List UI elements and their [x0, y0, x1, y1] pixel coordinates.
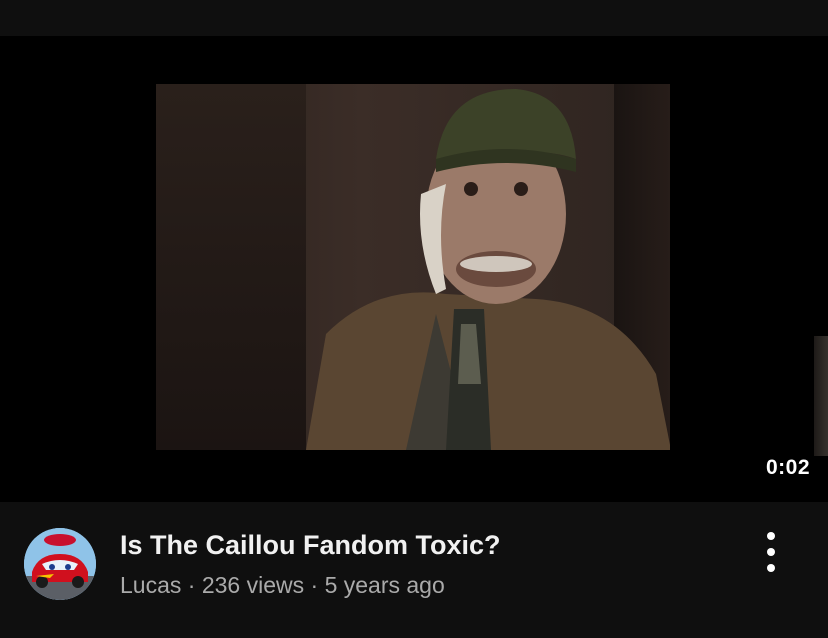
view-count: 236 views [201, 572, 305, 598]
old-man-figure [306, 89, 670, 450]
top-bar [0, 0, 828, 36]
upload-age: 5 years ago [324, 572, 445, 598]
channel-name[interactable]: Lucas [120, 572, 181, 598]
duration-badge: 0:02 [765, 456, 810, 479]
separator: · [187, 572, 196, 598]
thumbnail-image [156, 84, 670, 450]
video-metadata: Lucas · 236 views · 5 years ago [120, 572, 445, 599]
video-thumbnail[interactable]: 0:02 [0, 36, 828, 502]
more-vertical-icon[interactable] [756, 532, 786, 572]
video-title[interactable]: Is The Caillou Fandom Toxic? [120, 530, 501, 561]
channel-avatar[interactable] [24, 528, 96, 600]
separator: · [310, 572, 319, 598]
video-info: Is The Caillou Fandom Toxic? Lucas · 236… [0, 502, 828, 638]
cars-lightning-mcqueen-icon [24, 528, 96, 600]
